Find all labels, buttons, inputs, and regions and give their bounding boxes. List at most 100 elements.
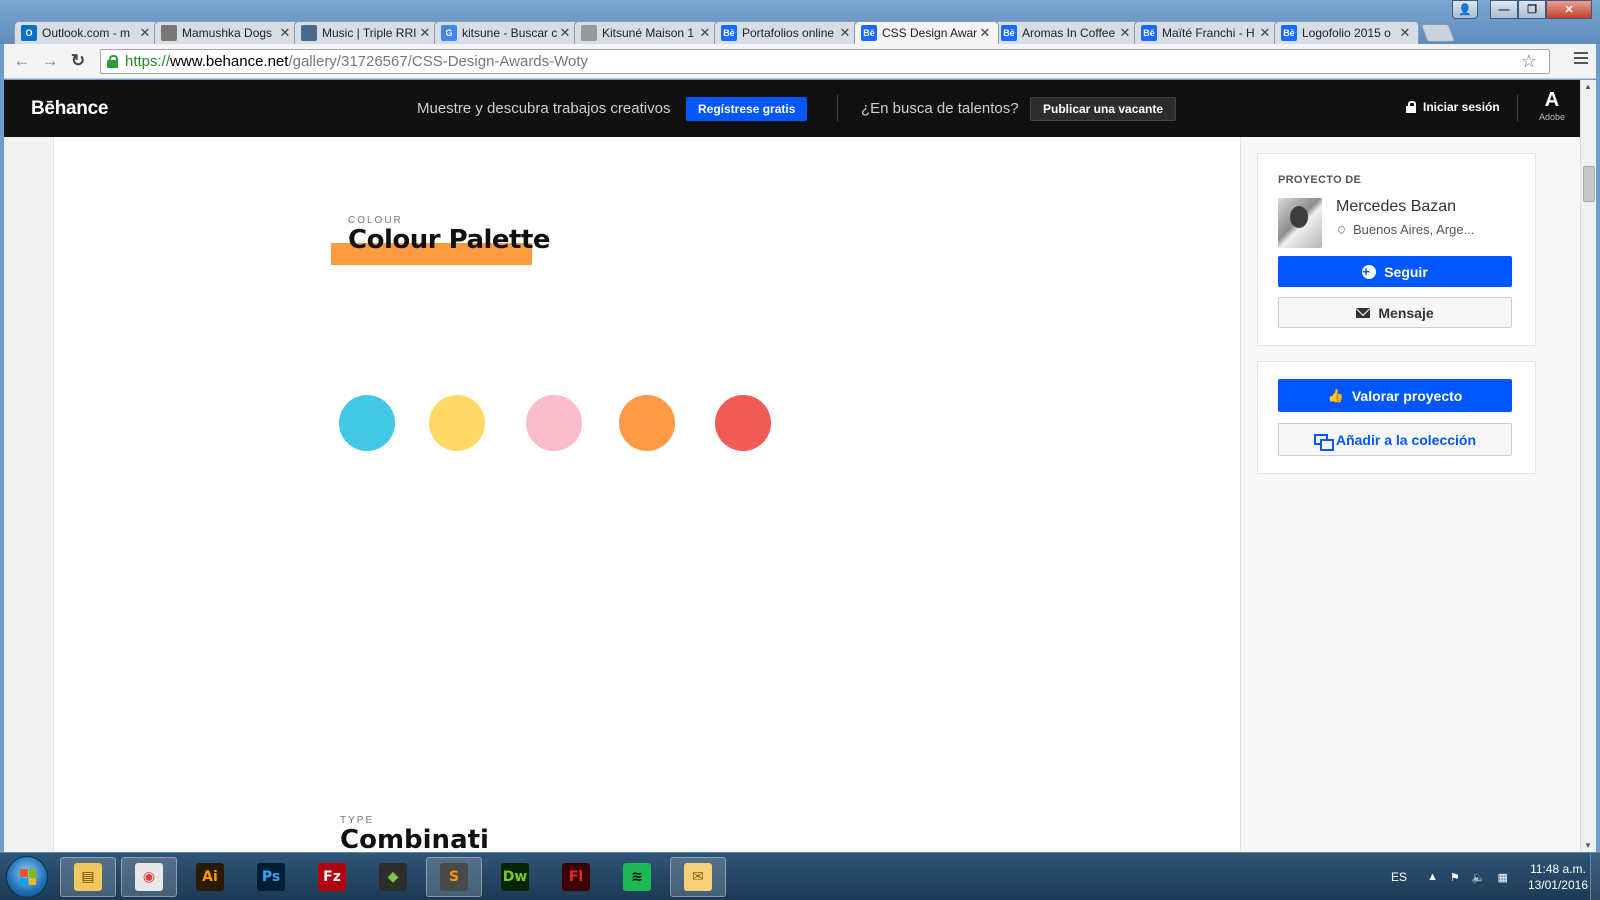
back-arrow-icon[interactable]: ← [10,50,34,72]
browser-tab[interactable]: Bē Maïté Franchi - H ✕ [1134,21,1279,44]
filezilla-icon: Fz [318,863,346,891]
follow-button[interactable]: + Seguir [1278,256,1512,287]
show-hidden-icons-icon[interactable]: ▲ [1427,871,1438,883]
red-swatch [715,395,771,451]
new-tab-button[interactable] [1420,24,1456,42]
taskbar-sublime-button[interactable]: S [426,857,482,897]
outlook-icon: O [21,25,37,41]
sketchup-icon: ◆ [379,863,407,891]
tab-title: Maïté Franchi - H [1162,26,1255,40]
scrollbar-thumb[interactable] [1583,166,1595,202]
browser-tab[interactable]: Mamushka Dogs ✕ [154,21,299,44]
adobe-link[interactable]: Adobe [1537,89,1567,122]
spotify-icon: ≋ [623,863,651,891]
login-link[interactable]: Iniciar sesión [1406,100,1500,114]
chrome-menu-icon[interactable] [1574,52,1588,67]
window-controls: 👤 — ❐ ✕ [1452,0,1592,19]
music-icon [301,25,317,41]
browser-toolbar: ← → ↻ https://www.behance.net/gallery/31… [4,44,1596,79]
taskbar-explorer-button[interactable]: ▤ [60,857,116,897]
message-button[interactable]: Mensaje [1278,297,1512,328]
register-button[interactable]: Regístrese gratis [686,97,808,121]
owner-label: PROYECTO DE [1278,174,1362,186]
close-tab-icon[interactable]: ✕ [698,25,712,41]
browser-tab[interactable]: O Outlook.com - m ✕ [14,21,159,44]
profile-button[interactable]: 👤 [1452,0,1478,19]
behance-header: Bēhance Muestre y descubra trabajos crea… [4,80,1580,137]
outlook-icon: ✉ [684,863,712,891]
browser-tab[interactable]: Bē Logofolio 2015 o ✕ [1274,21,1419,44]
sublime-icon: S [440,863,468,891]
url-path: /gallery/31726567/CSS-Design-Awards-Woty [288,53,589,70]
close-window-button[interactable]: ✕ [1546,0,1592,19]
close-tab-icon[interactable]: ✕ [278,25,292,41]
owner-location: Buenos Aires, Arge... [1336,222,1474,237]
taskbar-photoshop-button[interactable]: Ps [243,857,299,897]
header-tagline: Muestre y descubra trabajos creativos [417,100,671,117]
action-center-flag-icon[interactable]: ⚑ [1450,871,1460,884]
show-desktop-button[interactable] [1590,853,1600,900]
follow-label: Seguir [1384,263,1428,280]
close-tab-icon[interactable]: ✕ [418,25,432,41]
behance-icon: Bē [721,25,737,41]
bookmark-star-icon[interactable]: ☆ [1521,51,1537,72]
adobe-icon [1542,89,1562,112]
explorer-icon: ▤ [74,863,102,891]
browser-tab[interactable]: Gkitsune - Buscar c ✕ [434,21,579,44]
left-gutter [4,137,54,852]
close-tab-icon[interactable]: ✕ [1258,25,1272,41]
start-button[interactable] [6,856,48,898]
taskbar-illustrator-button[interactable]: Ai [182,857,238,897]
add-to-collection-button[interactable]: Añadir a la colección [1278,423,1512,456]
close-tab-icon[interactable]: ✕ [1118,25,1132,41]
taskbar-sketchup-button[interactable]: ◆ [365,857,421,897]
taskbar-flash-button[interactable]: Fl [548,857,604,897]
post-job-button[interactable]: Publicar una vacante [1030,97,1177,121]
browser-window: O Outlook.com - m ✕ Mamushka Dogs ✕ Music | T… [0,0,1600,852]
browser-tab[interactable]: Bē Portafolios online ✕ [714,21,859,44]
minimize-button[interactable]: — [1490,0,1518,19]
appreciate-label: Valorar proyecto [1351,387,1463,404]
appreciate-button[interactable]: 👍 Valorar proyecto [1278,379,1512,412]
close-tab-icon[interactable]: ✕ [138,25,152,41]
language-indicator[interactable]: ES [1391,870,1407,884]
owner-name[interactable]: Mercedes Bazan [1336,198,1456,216]
maximize-button[interactable]: ❐ [1518,0,1546,19]
taskbar-chrome-button[interactable]: ◉ [121,857,177,897]
tab-title: kitsune - Buscar c [462,26,558,40]
pink-swatch [526,395,582,451]
chrome-icon: ◉ [135,863,163,891]
windows-logo-icon [20,869,36,885]
taskbar-filezilla-button[interactable]: Fz [304,857,360,897]
browser-tab[interactable]: Kitsuné Maison 1 ✕ [574,21,719,44]
behance-icon: Bē [1001,25,1017,41]
browser-tab[interactable]: Music | Triple RRI ✕ [294,21,439,44]
photoshop-icon: Ps [257,863,285,891]
close-tab-icon[interactable]: ✕ [978,25,992,41]
behance-logo[interactable]: Bēhance [31,98,108,120]
taskbar-outlook-button[interactable]: ✉ [670,857,726,897]
scroll-down-arrow-icon[interactable]: ▼ [1584,841,1592,850]
tab-title: Mamushka Dogs [182,26,273,40]
adobe-label: Adobe [1538,112,1566,122]
network-icon[interactable]: ▦ [1498,871,1508,884]
avatar[interactable] [1278,198,1322,248]
page-scrollbar[interactable]: ▲ ▼ [1580,80,1596,852]
close-tab-icon[interactable]: ✕ [558,25,572,41]
reload-icon[interactable]: ↻ [66,50,90,72]
close-tab-icon[interactable]: ✕ [1398,25,1412,41]
browser-tab[interactable]: Bē CSS Design Awar ✕ [854,21,999,44]
address-bar[interactable]: https://www.behance.net/gallery/31726567… [100,49,1550,74]
clock-time: 11:48 a.m. [1530,862,1586,876]
message-label: Mensaje [1378,304,1434,321]
volume-icon[interactable]: 🔈 [1472,871,1486,884]
close-tab-icon[interactable]: ✕ [838,25,852,41]
page-icon [581,25,597,41]
forward-arrow-icon[interactable]: → [38,50,62,72]
clock[interactable]: 11:48 a.m. 13/01/2016 [1528,861,1588,893]
taskbar-spotify-button[interactable]: ≋ [609,857,665,897]
scroll-up-arrow-icon[interactable]: ▲ [1584,82,1592,91]
plus-circle-icon: + [1362,264,1377,279]
browser-tab[interactable]: Bē Aromas In Coffee ✕ [994,21,1139,44]
taskbar-dreamweaver-button[interactable]: Dw [487,857,543,897]
